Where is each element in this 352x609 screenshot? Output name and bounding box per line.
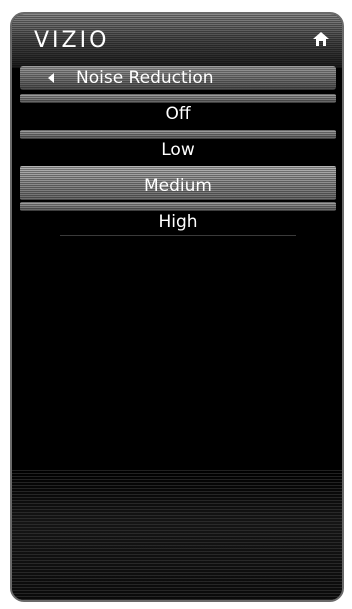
back-arrow-icon[interactable]: [48, 73, 54, 83]
option-low[interactable]: Low: [20, 130, 336, 164]
menu-title: Noise Reduction: [76, 68, 214, 88]
tv-menu-panel: VIZIO Noise Reduction Off Low Medium Hig…: [10, 12, 344, 602]
option-label: Off: [165, 104, 191, 124]
option-label: Medium: [144, 176, 212, 196]
option-off[interactable]: Off: [20, 94, 336, 128]
menu-header: VIZIO: [12, 14, 342, 68]
footer-band: [12, 470, 342, 600]
menu-title-bar[interactable]: Noise Reduction: [20, 66, 336, 90]
option-label: Low: [161, 140, 195, 160]
brand-logo: VIZIO: [34, 28, 110, 53]
option-high[interactable]: High: [20, 202, 336, 236]
home-icon[interactable]: [312, 30, 330, 48]
option-medium[interactable]: Medium: [20, 166, 336, 200]
option-list: Off Low Medium High: [20, 94, 336, 238]
option-label: High: [158, 212, 198, 232]
